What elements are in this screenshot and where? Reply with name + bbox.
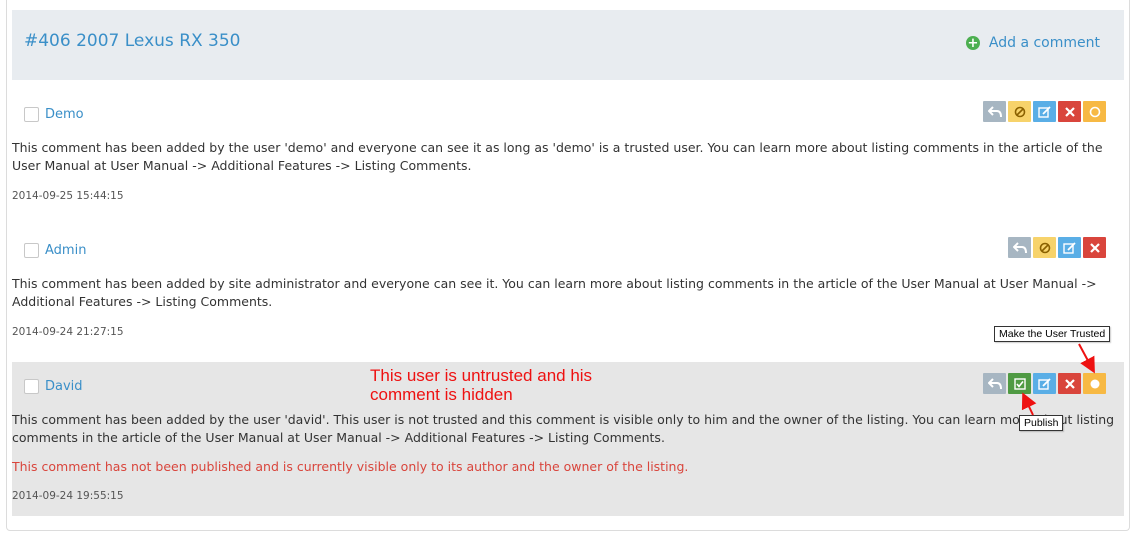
- publish-button[interactable]: [1008, 373, 1031, 394]
- trust-tooltip: Make the User Trusted: [994, 326, 1111, 342]
- add-comment-label: Add a comment: [988, 35, 1100, 51]
- edit-icon: [1063, 241, 1076, 254]
- edit-button[interactable]: [1033, 373, 1056, 394]
- ban-button[interactable]: [1008, 101, 1031, 122]
- plus-circle-icon: +: [965, 35, 980, 51]
- publish-tooltip: Publish: [1019, 415, 1064, 431]
- comment-text: This comment has been added by site admi…: [12, 276, 1097, 309]
- reply-icon: [1012, 241, 1027, 253]
- trust-icon: [1089, 106, 1100, 117]
- comment-text: This comment has been added by the user …: [12, 140, 1103, 173]
- edit-icon: [1038, 105, 1051, 118]
- unpublished-notice: This comment has not been published and …: [12, 459, 689, 474]
- comment-date: 2014-09-25 15:44:15: [12, 190, 124, 202]
- ban-icon: [1014, 106, 1025, 117]
- delete-icon: [1064, 106, 1075, 117]
- annotation-line-1: This user is untrusted and his: [370, 366, 593, 385]
- listing-header: #406 2007 Lexus RX 350 + Add a comment: [12, 10, 1124, 80]
- reply-button[interactable]: [1008, 237, 1031, 258]
- ban-icon: [1039, 242, 1050, 253]
- select-checkbox[interactable]: [24, 107, 39, 122]
- publish-icon: [1013, 377, 1026, 390]
- listing-title[interactable]: #406 2007 Lexus RX 350: [24, 31, 241, 51]
- reply-button[interactable]: [983, 373, 1006, 394]
- reply-icon: [987, 105, 1002, 117]
- comment-actions: [1008, 237, 1106, 258]
- make-trusted-button[interactable]: [1083, 373, 1106, 394]
- edit-button[interactable]: [1033, 101, 1056, 122]
- comment-text: This comment has been added by the user …: [12, 412, 1115, 445]
- add-comment-button[interactable]: + Add a comment: [965, 35, 1100, 51]
- delete-button[interactable]: [1083, 237, 1106, 258]
- comment-date: 2014-09-24 19:55:15: [12, 490, 124, 502]
- comment-header: Admin: [12, 237, 1124, 264]
- comment-date: 2014-09-24 21:27:15: [12, 326, 124, 338]
- delete-icon: [1064, 378, 1075, 389]
- annotation-line-2: comment is hidden: [370, 385, 513, 404]
- edit-icon: [1038, 377, 1051, 390]
- comment-actions: [983, 373, 1106, 394]
- reply-icon: [987, 377, 1002, 389]
- comment-header: Demo: [12, 101, 1124, 128]
- comment-author[interactable]: Demo: [45, 107, 84, 122]
- untrusted-annotation: This user is untrusted and his comment i…: [370, 366, 592, 404]
- comment-demo: Demo This comment has been added by the …: [12, 100, 1124, 210]
- comment-actions: [983, 101, 1106, 122]
- edit-button[interactable]: [1058, 237, 1081, 258]
- delete-icon: [1089, 242, 1100, 253]
- comment-admin: Admin This comment has been added by sit…: [12, 236, 1124, 346]
- select-checkbox[interactable]: [24, 379, 39, 394]
- delete-button[interactable]: [1058, 373, 1081, 394]
- reply-button[interactable]: [983, 101, 1006, 122]
- make-trusted-button[interactable]: [1083, 101, 1106, 122]
- delete-button[interactable]: [1058, 101, 1081, 122]
- comment-author[interactable]: Admin: [45, 243, 86, 258]
- ban-button[interactable]: [1033, 237, 1056, 258]
- select-checkbox[interactable]: [24, 243, 39, 258]
- comment-author[interactable]: David: [45, 379, 83, 394]
- trust-icon: [1090, 379, 1099, 388]
